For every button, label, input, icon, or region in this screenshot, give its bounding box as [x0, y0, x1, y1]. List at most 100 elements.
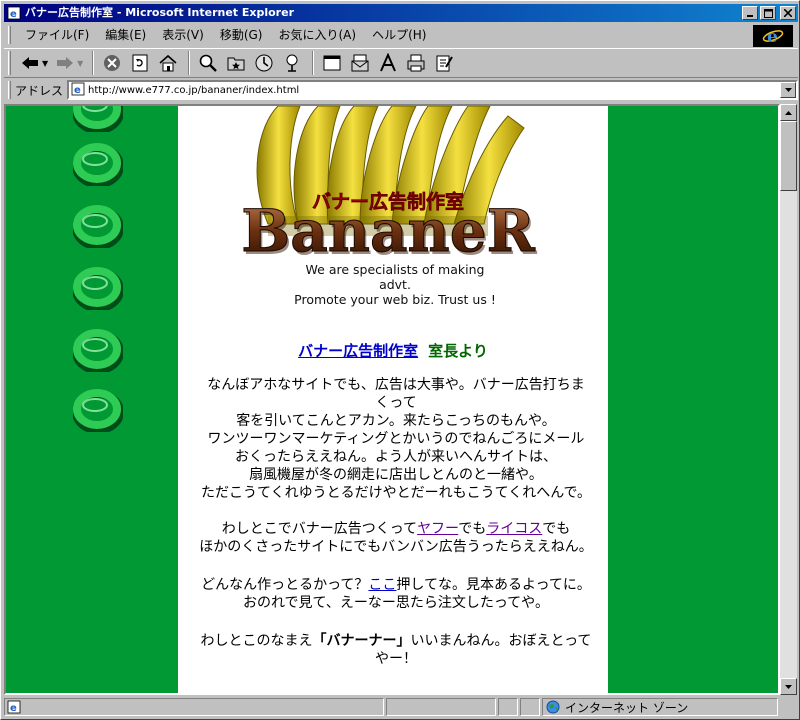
menu-view[interactable]: 表示(V) — [154, 25, 212, 45]
green-ring-icon — [73, 389, 123, 432]
security-zone-cell: インターネット ゾーン — [542, 698, 778, 716]
svg-text:BananeR: BananeR — [241, 197, 535, 265]
home-button[interactable] — [155, 50, 181, 76]
green-ring-icon — [73, 106, 123, 132]
toolbar-grip[interactable] — [8, 51, 11, 75]
mail-button[interactable] — [347, 50, 373, 76]
close-button[interactable] — [780, 6, 796, 20]
chevron-up-icon — [785, 110, 792, 115]
green-ring-icon — [73, 267, 123, 310]
scroll-thumb[interactable] — [780, 121, 797, 191]
favorites-folder-icon — [227, 57, 245, 71]
menu-edit[interactable]: 編集(E) — [97, 25, 154, 45]
page-viewport[interactable]: バナー広告制作室 BananeR BananeR We are speciali… — [4, 104, 780, 695]
history-button[interactable] — [251, 50, 277, 76]
search-icon — [200, 54, 218, 72]
maximize-button[interactable] — [760, 6, 776, 20]
edit-page-icon — [436, 55, 454, 72]
name-paragraph: わしとこのなまえ「バナーナー」いいまんねん。おぼえとって やー！ — [200, 633, 592, 667]
samples-paragraph: どんなん作っとるかって？ここ押してな。見本あるよってに。 おのれで見て、えーなー… — [201, 577, 591, 611]
status-bar: e インターネット ゾーン — [4, 697, 798, 717]
back-arrow-icon — [22, 57, 38, 69]
home-icon — [159, 54, 177, 72]
samples-here-link[interactable]: ここ — [368, 577, 396, 593]
print-button[interactable] — [403, 50, 429, 76]
address-label: アドレス — [15, 83, 64, 98]
mail-icon — [351, 54, 369, 72]
page-icon: e — [71, 82, 85, 99]
close-icon — [784, 9, 792, 17]
address-url: http://www.e777.co.jp/bananer/index.html — [88, 84, 300, 96]
intro-paragraph: なんぼアホなサイトでも、広告は大事や。バナー広告打ちま くって 客を引いてこんと… — [201, 377, 591, 501]
channels-icon — [286, 54, 298, 72]
forward-dropdown-icon[interactable]: ▼ — [77, 59, 83, 68]
address-dropdown-button[interactable] — [780, 82, 796, 98]
channels-button[interactable] — [279, 50, 305, 76]
window-title: バナー広告制作室 - Microsoft Internet Explorer — [25, 6, 294, 19]
menu-bar: ファイル(F) 編集(E) 表示(V) 移動(G) お気に入り(A) ヘルプ(H… — [4, 24, 798, 46]
menubar-grip[interactable] — [8, 26, 11, 44]
favorites-button[interactable] — [223, 50, 249, 76]
green-ring-icon — [73, 143, 123, 186]
svg-text:e: e — [10, 9, 17, 20]
fullscreen-button[interactable] — [319, 50, 345, 76]
address-input[interactable]: e http://www.e777.co.jp/bananer/index.ht… — [67, 80, 798, 100]
section-heading: バナー広告制作室 室長より — [178, 340, 608, 361]
address-bar: アドレス e http://www.e777.co.jp/bananer/ind… — [4, 79, 798, 101]
svg-text:e: e — [74, 85, 81, 96]
ie-logo-icon: e — [753, 25, 793, 47]
zone-label: インターネット ゾーン — [565, 700, 689, 715]
standard-toolbar: ▼ ▼ — [4, 48, 798, 78]
lycos-link[interactable]: ライコス — [486, 521, 542, 537]
stop-button[interactable] — [99, 50, 125, 76]
web-page: バナー広告制作室 BananeR BananeR We are speciali… — [6, 106, 778, 693]
minimize-button[interactable] — [742, 6, 758, 20]
font-icon — [380, 53, 397, 72]
addressbar-grip[interactable] — [8, 81, 11, 99]
logo-tagline: We are specialists of making advt. Promo… — [290, 262, 500, 307]
minimize-icon — [747, 15, 753, 17]
history-icon — [255, 54, 273, 72]
svg-text:e: e — [10, 703, 17, 714]
font-button[interactable] — [375, 50, 401, 76]
forward-arrow-icon — [57, 57, 74, 69]
status-progress-cell — [386, 698, 496, 716]
title-bar: e バナー広告制作室 - Microsoft Internet Explorer — [4, 4, 798, 22]
yahoo-link[interactable]: ヤフー — [417, 521, 458, 537]
chevron-down-icon — [784, 88, 792, 92]
left-green-panel — [6, 106, 178, 693]
edit-button[interactable] — [431, 50, 457, 76]
refresh-icon — [132, 54, 148, 72]
stop-icon — [104, 55, 121, 71]
page-status-icon: e — [7, 700, 21, 714]
status-lock-cell — [498, 698, 518, 716]
menu-help[interactable]: ヘルプ(H) — [364, 25, 434, 45]
heading-link[interactable]: バナー広告制作室 — [298, 342, 418, 360]
back-dropdown-icon[interactable]: ▼ — [42, 59, 48, 68]
vertical-scrollbar[interactable] — [780, 104, 797, 695]
browser-window: e バナー広告制作室 - Microsoft Internet Explorer… — [0, 0, 800, 720]
back-button[interactable] — [17, 50, 43, 76]
globe-icon — [546, 700, 560, 714]
refresh-button[interactable] — [127, 50, 153, 76]
tagline-line-1: We are specialists of making advt. — [305, 262, 485, 292]
search-button[interactable] — [195, 50, 221, 76]
right-green-panel — [608, 106, 778, 693]
green-ring-icon — [73, 205, 123, 248]
forward-button[interactable] — [52, 50, 78, 76]
ad-paragraph: わしとこでバナー広告つくってヤフーでもライコスでも ほかのくさったサイトにでもバ… — [199, 521, 593, 555]
menu-go[interactable]: 移動(G) — [212, 25, 271, 45]
print-icon — [407, 54, 425, 72]
menu-favorites[interactable]: お気に入り(A) — [270, 25, 364, 45]
scroll-up-button[interactable] — [780, 104, 797, 121]
chevron-down-icon — [785, 684, 792, 689]
green-ring-icon — [73, 329, 123, 372]
svg-text:e: e — [767, 27, 778, 46]
ie-page-icon: e — [7, 6, 21, 20]
tagline-line-2: Promote your web biz. Trust us ! — [294, 292, 496, 307]
status-text-cell: e — [4, 698, 384, 716]
status-offline-cell — [520, 698, 540, 716]
menu-file[interactable]: ファイル(F) — [17, 25, 97, 45]
main-content: バナー広告制作室 BananeR BananeR We are speciali… — [178, 106, 608, 693]
scroll-down-button[interactable] — [780, 678, 797, 695]
